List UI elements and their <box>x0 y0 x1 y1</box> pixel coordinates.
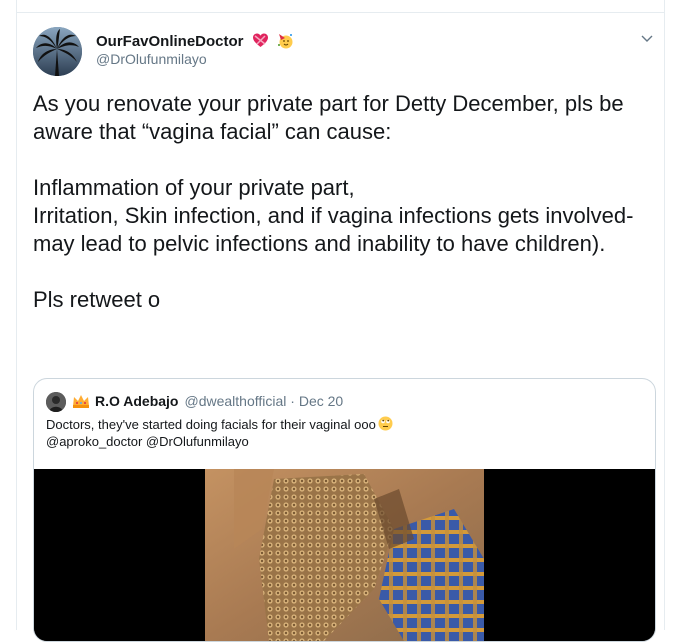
quoted-tweet-card[interactable]: R.O Adebajo @dwealthofficial · Dec 20 Doc… <box>33 378 656 642</box>
crown-emoji <box>72 393 90 409</box>
quoted-text-line2: @aproko_doctor @DrOlufunmilayo <box>46 434 249 449</box>
tweet-top-divider <box>16 12 665 13</box>
tweet-body-text: As you renovate your private part for De… <box>33 91 634 312</box>
quoted-tweet-text: Doctors, they've started doing facials f… <box>46 416 646 450</box>
author-avatar[interactable] <box>33 27 82 76</box>
timeline-left-border <box>16 0 17 630</box>
quoted-author-line: R.O Adebajo @dwealthofficial · Dec 20 <box>95 393 343 409</box>
quoted-author-handle: @dwealthofficial <box>184 393 287 409</box>
quoted-text-line1: Doctors, they've started doing facials f… <box>46 417 376 432</box>
rolling-eyes-emoji <box>378 416 393 431</box>
author-name-text[interactable]: OurFavOnlineDoctor <box>96 33 244 50</box>
quoted-tweet-date: · Dec 20 <box>290 393 344 409</box>
quoted-video-thumbnail[interactable] <box>34 469 655 641</box>
quoted-author-name: R.O Adebajo <box>95 393 179 409</box>
author-display-name[interactable]: OurFavOnlineDoctor <box>96 32 294 50</box>
heart-with-ribbon-emoji <box>252 32 269 49</box>
timeline-right-border <box>664 0 665 630</box>
chevron-down-icon[interactable] <box>640 31 654 45</box>
partying-face-emoji <box>277 32 294 49</box>
quoted-author-avatar <box>46 392 66 412</box>
author-handle[interactable]: @DrOlufunmilayo <box>96 51 207 67</box>
